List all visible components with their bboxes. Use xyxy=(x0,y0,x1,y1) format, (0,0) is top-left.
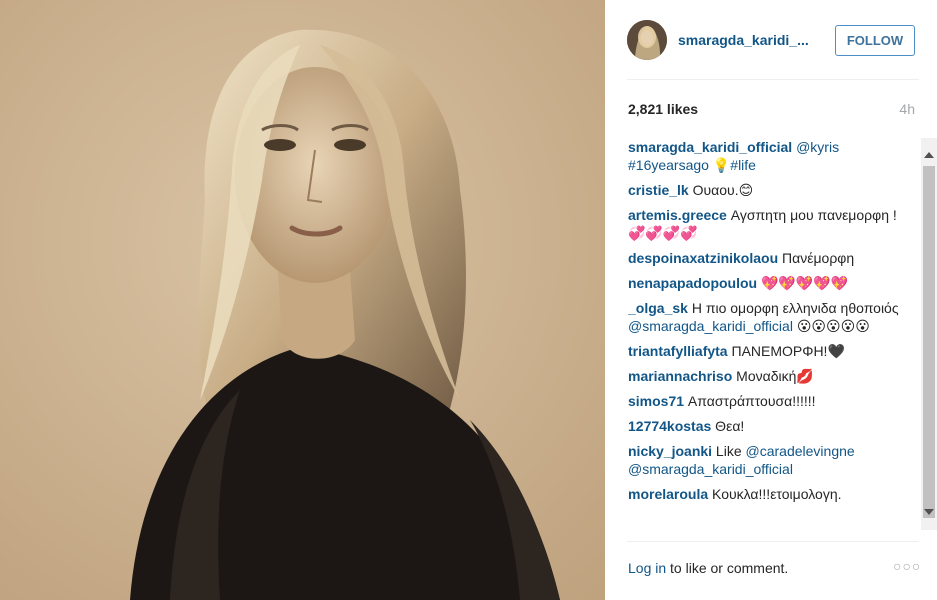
comment-item: artemis.greece Αγσπητη μου πανεμορφη !💞💞… xyxy=(628,206,914,242)
comment-username[interactable]: simos71 xyxy=(628,393,684,409)
comment-item: simos71 Απαστράπτουσα!!!!!! xyxy=(628,392,914,410)
login-prompt: Log in to like or comment. xyxy=(628,560,788,576)
comment-text: Απαστράπτουσα!!!!!! xyxy=(684,393,816,409)
likes-count[interactable]: 2,821 likes xyxy=(628,101,698,117)
portrait-image xyxy=(0,0,605,600)
scroll-down-arrow-icon[interactable] xyxy=(921,504,937,520)
comment-link[interactable]: @smaragda_karidi_official xyxy=(628,461,793,477)
comment-username[interactable]: triantafylliafyta xyxy=(628,343,728,359)
comment-username[interactable]: nicky_joanki xyxy=(628,443,712,459)
comment-username[interactable]: cristie_lk xyxy=(628,182,689,198)
comment-username[interactable]: morelaroula xyxy=(628,486,708,502)
comment-text: 💡 xyxy=(708,157,731,173)
comment-username[interactable]: _olga_sk xyxy=(628,300,688,316)
comment-item: triantafylliafyta ΠΑΝΕΜΟΡΦΗ!🖤 xyxy=(628,342,914,360)
post-sidebar: smaragda_karidi_... FOLLOW 2,821 likes 4… xyxy=(605,0,937,600)
comment-link[interactable]: @kyris xyxy=(796,139,839,155)
comment-item: smaragda_karidi_official @kyris #16years… xyxy=(628,138,914,174)
comment-item: nicky_joanki Like @caradelevingne @smara… xyxy=(628,442,914,478)
post-time[interactable]: 4h xyxy=(899,101,915,117)
comment-item: despoinaxatzinikolaou Πανέμορφη xyxy=(628,249,914,267)
header-divider xyxy=(627,79,919,80)
comment-username[interactable]: 12774kostas xyxy=(628,418,711,434)
post-photo[interactable] xyxy=(0,0,605,600)
comments-scrollbar[interactable] xyxy=(921,138,937,530)
comment-username[interactable]: despoinaxatzinikolaou xyxy=(628,250,778,266)
scrollbar-thumb[interactable] xyxy=(923,166,935,518)
comment-username[interactable]: artemis.greece xyxy=(628,207,727,223)
comment-item: _olga_sk Η πιο ομορφη ελληνιδα ηθοποιός … xyxy=(628,299,914,335)
comment-text: Μοναδική💋 xyxy=(732,368,814,384)
post-username[interactable]: smaragda_karidi_... xyxy=(678,32,809,48)
comment-text: Like xyxy=(712,443,746,459)
comment-text: Κουκλα!!!ετοιμολογη. xyxy=(708,486,842,502)
post-header: smaragda_karidi_... FOLLOW xyxy=(627,18,919,64)
comment-text: Πανέμορφη xyxy=(778,250,855,266)
comment-item: nenapapadopoulou 💖💖💖💖💖 xyxy=(628,274,914,292)
comment-item: cristie_lk Ουαου.😊 xyxy=(628,181,914,199)
comment-link[interactable]: #16yearsago xyxy=(628,157,709,173)
comment-username[interactable]: mariannachriso xyxy=(628,368,732,384)
comment-item: 12774kostas Θεα! xyxy=(628,417,914,435)
comment-text: Ουαου.😊 xyxy=(688,182,754,198)
comment-text: Θεα! xyxy=(711,418,745,434)
more-options-icon[interactable]: ○○○ xyxy=(893,558,921,574)
comment-item: morelaroula Κουκλα!!!ετοιμολογη. xyxy=(628,485,914,503)
footer-divider xyxy=(627,541,919,542)
comments-list: smaragda_karidi_official @kyris #16years… xyxy=(628,138,914,530)
login-prompt-text: to like or comment. xyxy=(666,560,789,576)
comment-item: mariannachriso Μοναδική💋 xyxy=(628,367,914,385)
comment-link[interactable]: @caradelevingne xyxy=(746,443,855,459)
avatar[interactable] xyxy=(627,20,667,60)
scroll-up-arrow-icon[interactable] xyxy=(921,146,937,162)
follow-button[interactable]: FOLLOW xyxy=(835,25,915,56)
comment-link[interactable]: #life xyxy=(730,157,756,173)
comment-text: ΠΑΝΕΜΟΡΦΗ!🖤 xyxy=(727,343,845,359)
comment-text: 😮😮😮😮😮 xyxy=(792,318,870,334)
comment-link[interactable]: @smaragda_karidi_official xyxy=(628,318,793,334)
comment-text: 💖💖💖💖💖 xyxy=(757,275,849,291)
comment-username[interactable]: smaragda_karidi_official xyxy=(628,139,792,155)
comment-username[interactable]: nenapapadopoulou xyxy=(628,275,757,291)
login-link[interactable]: Log in xyxy=(628,560,666,576)
comment-text: Η πιο ομορφη ελληνιδα ηθοποιός xyxy=(687,300,899,316)
